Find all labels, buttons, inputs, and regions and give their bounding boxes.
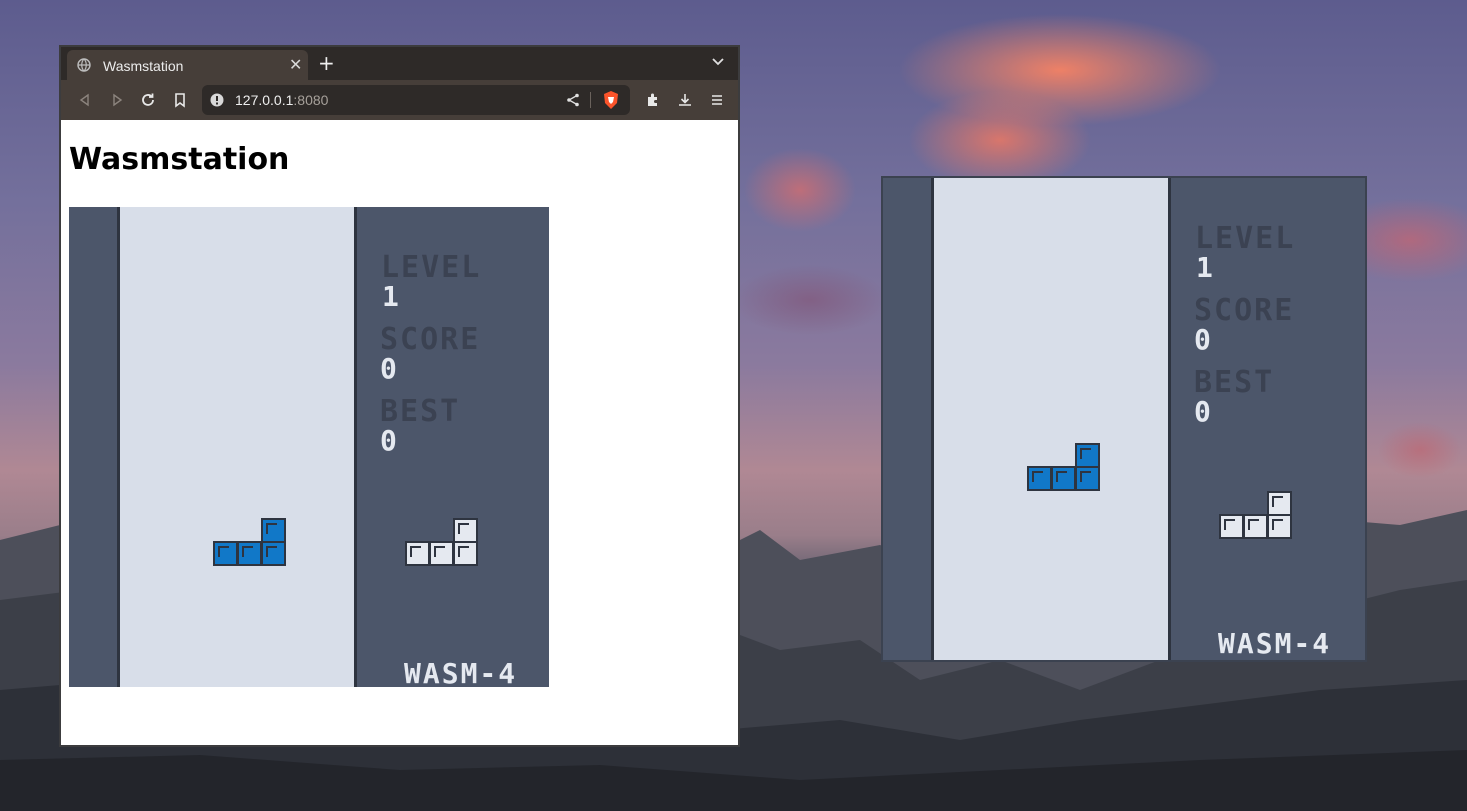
forward-icon[interactable] xyxy=(109,92,125,108)
well-right-border xyxy=(354,207,357,687)
wasm4-logo: WASM-4 xyxy=(404,657,518,688)
close-icon[interactable]: ✕ xyxy=(289,55,302,75)
piece-block xyxy=(453,518,478,543)
plus-icon[interactable]: + xyxy=(318,52,335,74)
level-label: LEVEL xyxy=(1195,221,1296,256)
share-icon[interactable] xyxy=(566,93,580,107)
game-window[interactable]: LEVEL 1 SCORE 0 BEST 0 WASM-4 xyxy=(881,176,1367,662)
well-left-border xyxy=(117,207,120,687)
game-canvas[interactable]: LEVEL 1 SCORE 0 BEST 0 WASM-4 xyxy=(69,207,549,687)
info-icon[interactable] xyxy=(210,93,224,107)
game-well xyxy=(120,207,354,687)
page-title: Wasmstation xyxy=(69,142,290,177)
tab-wasmstation[interactable]: Wasmstation ✕ xyxy=(67,50,308,80)
best-value: 0 xyxy=(380,424,397,457)
piece-block xyxy=(237,541,262,566)
well-left-border xyxy=(931,178,934,660)
globe-icon xyxy=(77,58,91,72)
download-icon[interactable] xyxy=(677,92,693,108)
piece-block xyxy=(405,541,430,566)
extensions-icon[interactable] xyxy=(645,92,661,108)
best-label: BEST xyxy=(1194,365,1275,400)
url-text: 127.0.0.1:8080 xyxy=(235,92,328,108)
level-value: 1 xyxy=(1196,251,1213,284)
page-content: Wasmstation LEVEL 1 SCORE 0 BEST 0 WASM-… xyxy=(61,120,738,745)
best-label: BEST xyxy=(380,394,461,429)
piece-block xyxy=(1075,466,1100,491)
chevron-down-icon[interactable] xyxy=(711,55,725,69)
score-value: 0 xyxy=(380,352,397,385)
bookmark-icon[interactable] xyxy=(172,92,188,108)
menu-icon[interactable] xyxy=(709,92,725,108)
wasm4-logo: WASM-4 xyxy=(1218,627,1332,660)
toolbar: 127.0.0.1:8080 xyxy=(61,80,738,120)
game-well xyxy=(934,178,1168,660)
piece-block xyxy=(429,541,454,566)
best-value: 0 xyxy=(1194,395,1211,428)
browser-window: Wasmstation ✕ + 127.0.0.1:8080 Wasmstati… xyxy=(59,45,740,747)
piece-block xyxy=(1219,514,1244,539)
url-divider xyxy=(590,92,591,108)
piece-block xyxy=(1027,466,1052,491)
reload-icon[interactable] xyxy=(140,92,156,108)
piece-block xyxy=(261,541,286,566)
brave-shields-icon[interactable] xyxy=(602,90,620,110)
url-port: :8080 xyxy=(293,92,329,108)
level-value: 1 xyxy=(382,280,399,313)
piece-block xyxy=(1075,443,1100,468)
piece-block xyxy=(1267,491,1292,516)
piece-block xyxy=(1243,514,1268,539)
piece-block xyxy=(213,541,238,566)
score-label: SCORE xyxy=(1194,293,1295,328)
tab-title: Wasmstation xyxy=(103,58,184,74)
level-label: LEVEL xyxy=(381,250,482,285)
piece-block xyxy=(1051,466,1076,491)
score-label: SCORE xyxy=(380,322,481,357)
piece-block xyxy=(1267,514,1292,539)
well-right-border xyxy=(1168,178,1171,660)
back-icon[interactable] xyxy=(77,92,93,108)
url-host: 127.0.0.1 xyxy=(235,92,294,108)
piece-block xyxy=(261,518,286,543)
score-value: 0 xyxy=(1194,323,1211,356)
piece-block xyxy=(453,541,478,566)
address-bar[interactable]: 127.0.0.1:8080 xyxy=(202,85,630,115)
tab-strip: Wasmstation ✕ + xyxy=(61,47,738,80)
